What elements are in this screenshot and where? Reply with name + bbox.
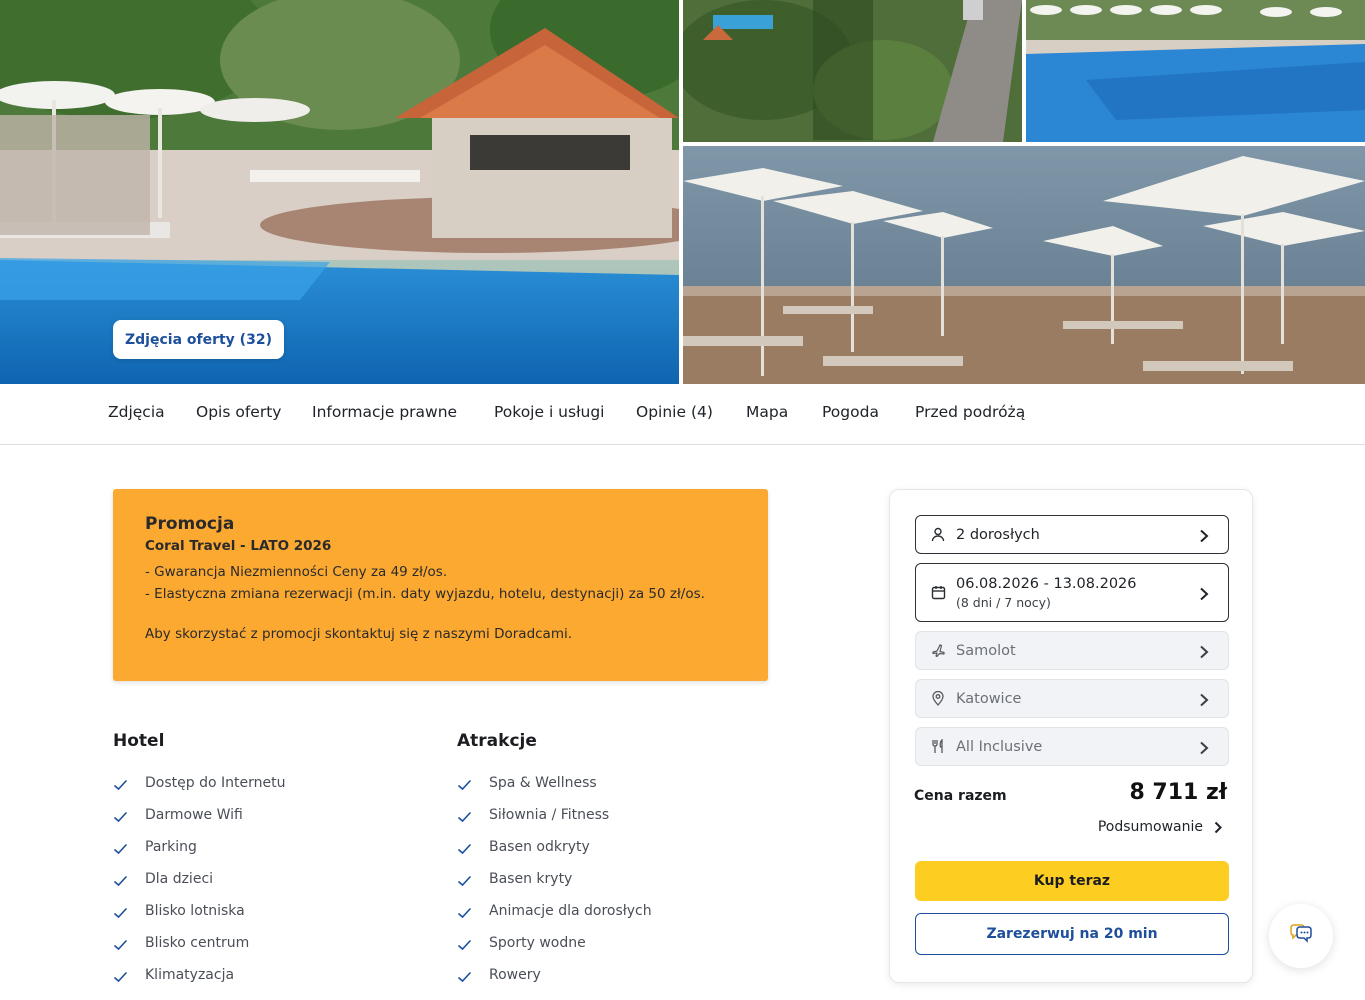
feature-label: Darmowe Wifi bbox=[145, 807, 243, 823]
checkmark-icon bbox=[113, 971, 128, 986]
transport-label: Samolot bbox=[956, 642, 1016, 659]
feature-item: Animacje dla dorosłych bbox=[457, 895, 652, 927]
feature-item: Dla dzieci bbox=[113, 863, 285, 895]
transport-selector[interactable]: Samolot bbox=[915, 631, 1229, 670]
checkmark-icon bbox=[113, 779, 128, 794]
checkmark-icon bbox=[457, 971, 472, 986]
feature-label: Siłownia / Fitness bbox=[489, 807, 610, 823]
dates-selector[interactable]: 06.08.2026 - 13.08.2026 (8 dni / 7 nocy) bbox=[915, 563, 1229, 622]
summary-link-label: Podsumowanie bbox=[1097, 819, 1203, 835]
calendar-icon bbox=[930, 585, 946, 601]
feature-label: Animacje dla dorosłych bbox=[489, 903, 652, 919]
checkmark-icon bbox=[457, 939, 472, 954]
checkmark-icon bbox=[113, 907, 128, 922]
chevron-right-icon bbox=[1198, 528, 1210, 542]
tab-offer-description[interactable]: Opis oferty bbox=[196, 403, 281, 421]
booking-card: 2 dorosłych 06.08.2026 - 13.08.2026 (8 d… bbox=[889, 489, 1253, 983]
tab-weather[interactable]: Pogoda bbox=[822, 403, 879, 421]
feature-item: Parking bbox=[113, 831, 285, 863]
checkmark-icon bbox=[113, 811, 128, 826]
hotel-features-list: Dostęp do Internetu Darmowe Wifi Parking Dl… bbox=[113, 767, 285, 991]
checkmark-icon bbox=[113, 939, 128, 954]
board-selector[interactable]: All Inclusive bbox=[915, 727, 1229, 766]
chevron-right-icon bbox=[1198, 586, 1210, 600]
tab-reviews[interactable]: Opinie (4) bbox=[636, 403, 713, 421]
dates-label: 06.08.2026 - 13.08.2026 bbox=[956, 575, 1137, 592]
feature-item: Darmowe Wifi bbox=[113, 799, 285, 831]
feature-label: Spa & Wellness bbox=[489, 775, 597, 791]
departure-label: Katowice bbox=[956, 690, 1022, 707]
feature-label: Klimatyzacja bbox=[145, 967, 235, 983]
chat-button[interactable] bbox=[1269, 904, 1333, 968]
tab-photos[interactable]: Zdjęcia bbox=[108, 403, 165, 421]
departure-selector[interactable]: Katowice bbox=[915, 679, 1229, 718]
tab-legal-info[interactable]: Informacje prawne bbox=[312, 403, 457, 421]
tab-before-trip[interactable]: Przed podróżą bbox=[915, 403, 1025, 421]
chevron-right-icon bbox=[1198, 692, 1210, 706]
checkmark-icon bbox=[457, 811, 472, 826]
location-pin-icon bbox=[930, 691, 946, 707]
feature-label: Blisko centrum bbox=[145, 935, 250, 951]
feature-label: Rowery bbox=[489, 967, 541, 983]
feature-label: Basen odkryty bbox=[489, 839, 590, 855]
attractions-title: Atrakcje bbox=[457, 731, 537, 751]
checkmark-icon bbox=[113, 843, 128, 858]
dates-duration: (8 dni / 7 nocy) bbox=[956, 594, 1051, 610]
promo-line: - Elastyczna zmiana rezerwacji (m.in. da… bbox=[145, 586, 705, 602]
promo-box: Promocja Coral Travel - LATO 2026 - Gwar… bbox=[113, 489, 768, 681]
promo-note: Aby skorzystać z promocji skontaktuj się… bbox=[145, 626, 573, 642]
feature-label: Sporty wodne bbox=[489, 935, 586, 951]
chevron-right-icon bbox=[1198, 644, 1210, 658]
feature-label: Basen kryty bbox=[489, 871, 573, 887]
photo-large-pool[interactable] bbox=[1026, 0, 1365, 142]
photo-aerial-resort[interactable] bbox=[683, 0, 1022, 142]
checkmark-icon bbox=[457, 843, 472, 858]
feature-label: Parking bbox=[145, 839, 197, 855]
summary-link[interactable]: Podsumowanie bbox=[1098, 819, 1223, 835]
attractions-list: Spa & Wellness Siłownia / Fitness Basen od… bbox=[457, 767, 652, 991]
feature-item: Blisko lotniska bbox=[113, 895, 285, 927]
feature-item: Blisko centrum bbox=[113, 927, 285, 959]
plane-icon bbox=[930, 643, 946, 659]
person-icon bbox=[930, 527, 946, 543]
photo-gallery: Zdjęcia oferty (32) bbox=[0, 0, 1365, 384]
feature-item: Basen odkryty bbox=[457, 831, 652, 863]
feature-item: Spa & Wellness bbox=[457, 767, 652, 799]
promo-line: - Gwarancja Niezmienności Ceny za 49 zł/… bbox=[145, 564, 448, 580]
feature-item: Siłownia / Fitness bbox=[457, 799, 652, 831]
feature-item: Basen kryty bbox=[457, 863, 652, 895]
checkmark-icon bbox=[457, 907, 472, 922]
reserve-button[interactable]: Zarezerwuj na 20 min bbox=[915, 913, 1229, 955]
chat-icon bbox=[1289, 923, 1313, 949]
total-price-label: Cena razem bbox=[914, 788, 1007, 804]
chevron-right-icon bbox=[1198, 740, 1210, 754]
promo-title: Promocja bbox=[145, 514, 235, 534]
offer-tabs: Zdjęcia Opis oferty Informacje prawne Po… bbox=[0, 384, 1365, 445]
total-price-value: 8 711 zł bbox=[1129, 780, 1227, 805]
feature-item: Sporty wodne bbox=[457, 927, 652, 959]
main-photo-pool-bar[interactable] bbox=[0, 0, 679, 384]
chevron-right-icon bbox=[1213, 821, 1223, 834]
travelers-selector[interactable]: 2 dorosłych bbox=[915, 515, 1229, 554]
checkmark-icon bbox=[457, 875, 472, 890]
feature-label: Dostęp do Internetu bbox=[145, 775, 286, 791]
photo-beach-umbrellas[interactable] bbox=[683, 146, 1365, 384]
feature-item: Dostęp do Internetu bbox=[113, 767, 285, 799]
board-label: All Inclusive bbox=[956, 738, 1043, 755]
promo-subtitle: Coral Travel - LATO 2026 bbox=[145, 538, 332, 554]
tab-rooms-services[interactable]: Pokoje i usługi bbox=[494, 403, 604, 421]
checkmark-icon bbox=[457, 779, 472, 794]
hotel-features-title: Hotel bbox=[113, 731, 165, 751]
feature-item: Rowery bbox=[457, 959, 652, 991]
checkmark-icon bbox=[113, 875, 128, 890]
tab-map[interactable]: Mapa bbox=[746, 403, 788, 421]
feature-label: Dla dzieci bbox=[145, 871, 214, 887]
photos-count-button[interactable]: Zdjęcia oferty (32) bbox=[113, 320, 284, 359]
fork-knife-icon bbox=[930, 739, 946, 755]
feature-item: Klimatyzacja bbox=[113, 959, 285, 991]
feature-label: Blisko lotniska bbox=[145, 903, 245, 919]
travelers-label: 2 dorosłych bbox=[956, 526, 1040, 543]
buy-now-button[interactable]: Kup teraz bbox=[915, 861, 1229, 901]
